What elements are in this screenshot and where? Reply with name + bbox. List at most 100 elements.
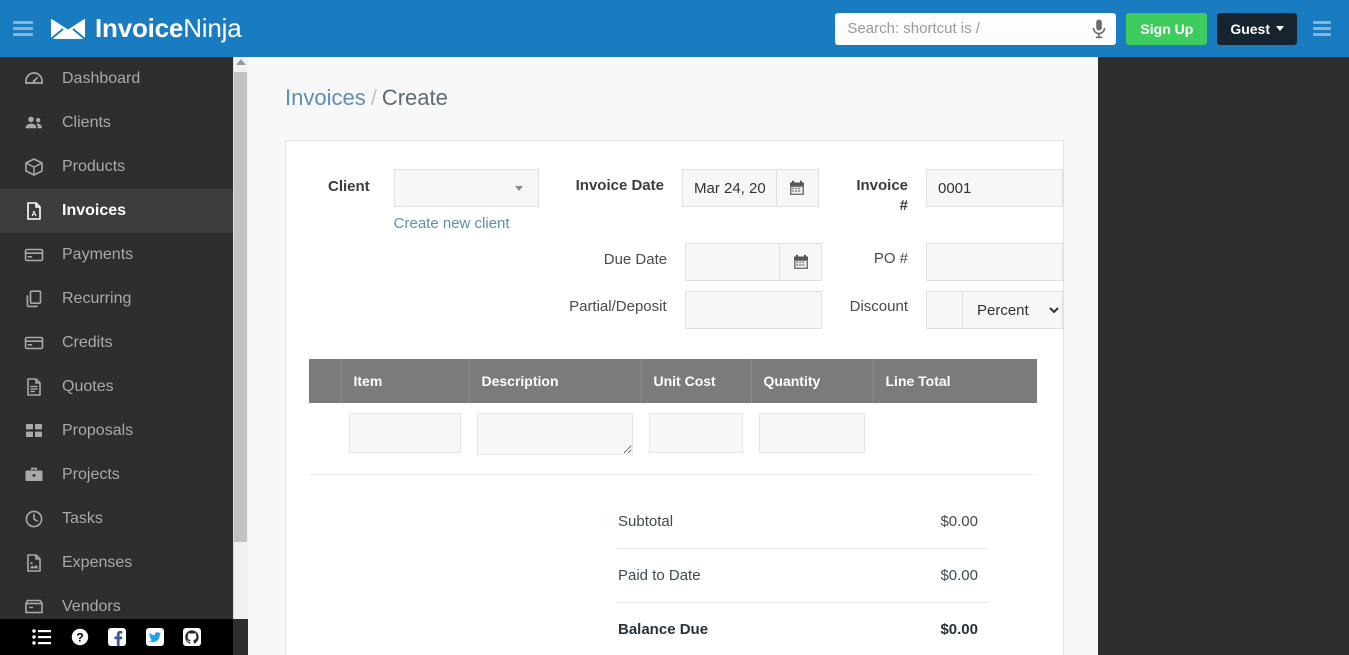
sidebar-scroll-up-arrow-icon[interactable] — [236, 59, 246, 65]
sidebar-item-recurring[interactable]: Recurring — [0, 277, 233, 321]
partial-deposit-input[interactable] — [685, 291, 822, 329]
items-column-header: Description — [469, 359, 641, 403]
vendors-icon — [24, 597, 44, 617]
quotes-icon — [24, 377, 44, 397]
items-column-header: Unit Cost — [641, 359, 751, 403]
total-label: Subtotal — [618, 513, 673, 530]
partial-deposit-label: Partial/Deposit — [569, 291, 667, 315]
description-input[interactable] — [477, 413, 633, 455]
sidebar-item-label: Quotes — [62, 378, 114, 396]
chevron-down-icon — [515, 186, 523, 191]
client-input[interactable] — [394, 169, 501, 207]
items-column-header: Quantity — [751, 359, 873, 403]
item-input[interactable] — [349, 413, 461, 453]
chevron-down-icon — [1276, 26, 1284, 31]
hamburger-icon-right — [1313, 18, 1331, 39]
invoice-date-label: Invoice Date — [561, 169, 664, 196]
client-label: Client — [286, 169, 370, 195]
payments-icon — [24, 245, 44, 265]
sidebar-scrollbar-thumb[interactable] — [234, 72, 247, 542]
brand-bold: Invoice — [95, 13, 183, 43]
discount-amount-input[interactable] — [926, 291, 962, 329]
client-combobox[interactable] — [394, 169, 539, 207]
sign-up-button[interactable]: Sign Up — [1126, 13, 1207, 45]
facebook-icon[interactable] — [108, 628, 126, 646]
description-cell — [469, 403, 641, 475]
total-label: Paid to Date — [618, 567, 701, 584]
header-menu-button[interactable] — [1307, 9, 1337, 49]
proposals-icon — [24, 421, 44, 441]
search-box[interactable] — [835, 13, 1116, 45]
header-actions: Sign Up Guest — [835, 9, 1349, 49]
sidebar-item-products[interactable]: Products — [0, 145, 233, 189]
twitter-icon[interactable] — [146, 628, 164, 646]
sidebar-item-clients[interactable]: Clients — [0, 101, 233, 145]
main-content-area: Invoices/Create Client Create new client… — [248, 57, 1098, 655]
clients-icon — [24, 113, 44, 133]
invoice-totals: Subtotal $0.00 Paid to Date $0.00 Balance Du… — [618, 495, 988, 655]
envelope-icon — [50, 17, 86, 41]
invoice-items-table: ItemDescriptionUnit CostQuantityLine Tot… — [309, 359, 1037, 475]
help-icon[interactable]: ? — [71, 628, 89, 646]
discount-field-group: PercentAmount — [926, 291, 1063, 329]
sidebar-item-credits[interactable]: Credits — [0, 321, 233, 365]
due-date-label: Due Date — [569, 243, 667, 270]
sidebar-item-expenses[interactable]: Expenses — [0, 541, 233, 585]
quantity-input[interactable] — [759, 413, 865, 453]
sidebar-item-vendors[interactable]: Vendors — [0, 585, 233, 619]
row-handle-cell[interactable] — [309, 403, 341, 475]
microphone-icon[interactable] — [1092, 19, 1106, 39]
sidebar-item-dashboard[interactable]: Dashboard — [0, 57, 233, 101]
sidebar-item-label: Vendors — [62, 598, 121, 616]
sidebar-item-proposals[interactable]: Proposals — [0, 409, 233, 453]
brand-light: Ninja — [183, 13, 241, 43]
sidebar-item-tasks[interactable]: Tasks — [0, 497, 233, 541]
sidebar-item-label: Invoices — [62, 202, 126, 220]
sidebar-item-quotes[interactable]: Quotes — [0, 365, 233, 409]
brand-logo[interactable]: InvoiceNinja — [50, 13, 241, 44]
create-new-client-link[interactable]: Create new client — [394, 215, 510, 232]
sidebar-item-label: Credits — [62, 334, 113, 352]
top-header-bar: InvoiceNinja Sign Up Guest — [0, 0, 1349, 57]
svg-text:?: ? — [76, 630, 83, 644]
items-table-header: ItemDescriptionUnit CostQuantityLine Tot… — [309, 359, 1037, 403]
list-icon[interactable] — [32, 629, 52, 645]
invoice-date-calendar-icon[interactable] — [777, 169, 819, 207]
breadcrumb-invoices-link[interactable]: Invoices — [285, 85, 366, 110]
sidebar-item-payments[interactable]: Payments — [0, 233, 233, 277]
total-row-paid-to-date: Paid to Date $0.00 — [618, 549, 988, 603]
invoice-form-card: Client Create new client Invoice Date — [285, 140, 1064, 655]
unit-cost-input[interactable] — [649, 413, 743, 453]
po-number-input[interactable] — [926, 243, 1063, 281]
invoice-number-input[interactable] — [926, 169, 1063, 207]
hamburger-icon — [13, 18, 33, 39]
tasks-icon — [24, 509, 44, 529]
total-value: $0.00 — [940, 567, 988, 584]
sidebar-item-projects[interactable]: Projects — [0, 453, 233, 497]
total-row-subtotal: Subtotal $0.00 — [618, 495, 988, 549]
sidebar-toggle-button[interactable] — [0, 0, 46, 57]
sidebar-item-label: Recurring — [62, 290, 131, 308]
total-label: Balance Due — [618, 621, 708, 638]
item-cell — [341, 403, 469, 475]
items-column-header: Item — [341, 359, 469, 403]
invoice-date-field[interactable] — [682, 169, 819, 207]
sidebar-item-invoices[interactable]: A Invoices — [0, 189, 233, 233]
sidebar-item-label: Clients — [62, 114, 111, 132]
github-icon[interactable] — [183, 628, 201, 646]
guest-menu-button[interactable]: Guest — [1217, 13, 1297, 45]
invoice-number-label: Invoice # — [847, 169, 908, 216]
due-date-input[interactable] — [685, 243, 780, 281]
total-value: $0.00 — [940, 513, 988, 530]
client-dropdown-caret[interactable] — [501, 169, 539, 207]
expenses-icon — [24, 553, 44, 573]
recurring-icon — [24, 289, 44, 309]
sidebar-item-label: Projects — [62, 466, 120, 484]
search-input[interactable] — [845, 14, 1085, 44]
svg-text:A: A — [31, 211, 36, 218]
due-date-field[interactable] — [685, 243, 822, 281]
discount-type-select[interactable]: PercentAmount — [962, 291, 1063, 329]
due-date-calendar-icon[interactable] — [780, 243, 822, 281]
invoice-date-input[interactable] — [682, 169, 777, 207]
items-table-body — [309, 403, 1037, 475]
